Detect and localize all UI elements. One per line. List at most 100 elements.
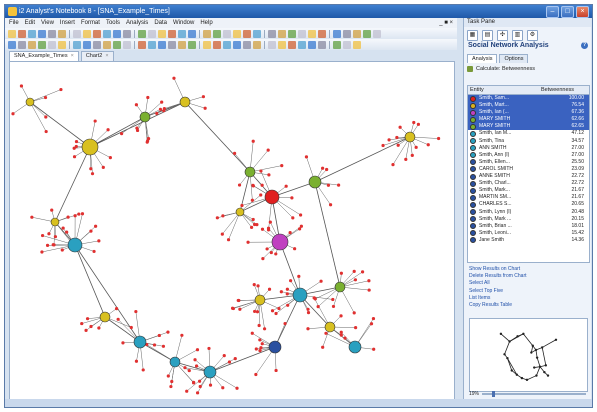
leaf-node[interactable] (84, 328, 88, 333)
toolbar-button-icon[interactable] (188, 29, 196, 38)
toolbar-button-icon[interactable] (213, 29, 221, 38)
leaf-node[interactable] (412, 120, 416, 125)
leaf-node[interactable] (116, 317, 120, 321)
leaf-node[interactable] (267, 173, 271, 177)
leaf-node[interactable] (53, 235, 58, 239)
leaf-node[interactable] (280, 164, 284, 168)
calculate-button[interactable]: Calculate: Betweenness (467, 65, 588, 73)
close-button[interactable]: × (576, 6, 589, 18)
leaf-node[interactable] (77, 212, 81, 216)
leaf-node[interactable] (291, 216, 295, 220)
leaf-node[interactable] (233, 151, 237, 155)
toolbar-button-icon[interactable] (353, 29, 361, 38)
toolbar-button-icon[interactable] (113, 40, 121, 49)
table-row[interactable]: Smith, Ann (I) 27.00 (468, 152, 589, 159)
column-entity[interactable]: Entity (468, 86, 539, 94)
toolbar-button-icon[interactable] (243, 29, 251, 38)
menu-insert[interactable]: Insert (60, 18, 75, 28)
entity-node[interactable] (404, 131, 416, 143)
entity-node[interactable] (50, 217, 60, 227)
leaf-node[interactable] (85, 317, 90, 321)
leaf-node[interactable] (145, 140, 149, 144)
leaf-node[interactable] (265, 247, 269, 251)
table-row[interactable]: CHARLES S... 20.65 (468, 201, 589, 208)
leaf-node[interactable] (161, 344, 166, 348)
entity-node[interactable] (99, 311, 111, 323)
table-row[interactable]: Smith, Ian (... 67.36 (468, 109, 589, 117)
leaf-node[interactable] (297, 274, 301, 278)
toolbar-button-icon[interactable] (123, 40, 131, 49)
leaf-node[interactable] (80, 321, 84, 326)
leaf-node[interactable] (208, 383, 213, 387)
entity-node[interactable] (235, 207, 245, 217)
leaf-node[interactable] (352, 269, 356, 273)
toolbar-button-icon[interactable] (93, 29, 101, 38)
leaf-node[interactable] (416, 122, 421, 126)
leaf-node[interactable] (195, 391, 200, 395)
leaf-node[interactable] (193, 358, 197, 362)
leaf-node[interactable] (293, 247, 297, 251)
leaf-node[interactable] (89, 229, 93, 233)
leaf-node[interactable] (101, 165, 105, 169)
leaf-node[interactable] (246, 240, 250, 244)
leaf-node[interactable] (129, 325, 133, 330)
leaf-node[interactable] (319, 279, 323, 283)
tab-options[interactable]: Options (499, 54, 529, 63)
leaf-node[interactable] (169, 384, 173, 389)
overview-preview[interactable] (469, 318, 588, 392)
close-tab-icon[interactable]: × (105, 52, 108, 61)
leaf-node[interactable] (94, 224, 98, 228)
maximize-button[interactable]: □ (561, 6, 574, 18)
leaf-node[interactable] (235, 386, 239, 390)
leaf-node[interactable] (255, 222, 259, 227)
leaf-node[interactable] (114, 307, 119, 311)
leaf-node[interactable] (259, 193, 263, 197)
leaf-node[interactable] (255, 310, 260, 314)
leaf-node[interactable] (65, 230, 69, 234)
table-row[interactable]: ANNE SMITH 22.72 (468, 173, 589, 180)
leaf-node[interactable] (221, 386, 225, 390)
leaf-node[interactable] (192, 380, 196, 384)
leaf-node[interactable] (288, 231, 292, 235)
toolbar-button-icon[interactable] (363, 29, 371, 38)
toolbar-button-icon[interactable] (103, 29, 111, 38)
leaf-node[interactable] (90, 172, 95, 176)
table-row[interactable]: Smith, Brian ... 18.01 (468, 223, 589, 230)
table-row[interactable]: Smith, Ian M... 47.12 (468, 130, 589, 138)
entity-node[interactable] (25, 97, 35, 107)
menu-edit[interactable]: Edit (25, 18, 35, 28)
leaf-node[interactable] (157, 333, 161, 338)
leaf-node[interactable] (353, 278, 358, 282)
table-row[interactable]: MARY SMITH 62.66 (468, 116, 589, 124)
toolbar-button-icon[interactable] (138, 40, 146, 49)
toolbar-button-icon[interactable] (308, 40, 316, 49)
toolbar-button-icon[interactable] (148, 40, 156, 49)
toolbar-button-icon[interactable] (288, 40, 296, 49)
leaf-node[interactable] (328, 203, 333, 207)
toolbar-button-icon[interactable] (83, 29, 91, 38)
entity-node[interactable] (203, 365, 217, 379)
leaf-node[interactable] (269, 250, 273, 255)
toolbar-button-icon[interactable] (38, 40, 46, 49)
toolbar-button-icon[interactable] (178, 29, 186, 38)
leaf-node[interactable] (198, 379, 202, 383)
entity-node[interactable] (81, 138, 99, 156)
table-row[interactable]: Smith, Mark ... 20.15 (468, 216, 589, 223)
entity-node[interactable] (348, 340, 362, 354)
toolbar-button-icon[interactable] (18, 29, 26, 38)
toolbar-button-icon[interactable] (343, 40, 351, 49)
leaf-node[interactable] (285, 292, 289, 296)
leaf-node[interactable] (414, 145, 418, 149)
entity-node[interactable] (334, 281, 346, 293)
leaf-node[interactable] (134, 359, 139, 363)
column-betweenness[interactable]: Betweenness (539, 86, 587, 94)
entity-node[interactable] (67, 237, 83, 253)
toolbar-button-icon[interactable] (168, 40, 176, 49)
leaf-node[interactable] (324, 331, 328, 335)
leaf-node[interactable] (195, 348, 200, 352)
leaf-node[interactable] (203, 106, 207, 110)
leaf-node[interactable] (316, 305, 320, 309)
leaf-node[interactable] (146, 137, 151, 141)
leaf-node[interactable] (238, 307, 242, 311)
leaf-node[interactable] (266, 148, 270, 152)
